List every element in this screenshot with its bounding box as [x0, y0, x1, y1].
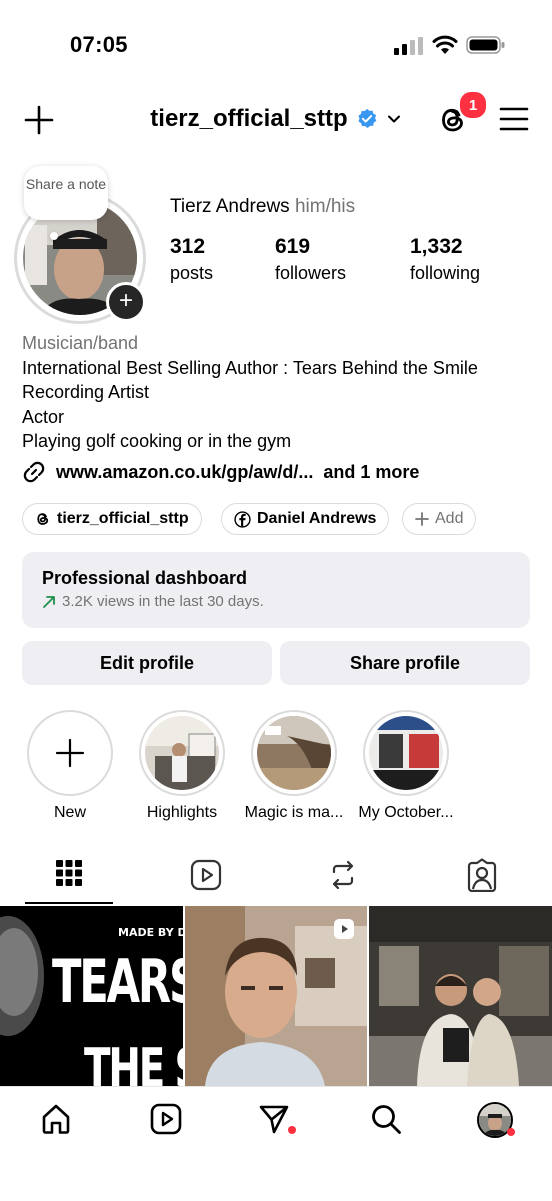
bio-line: Playing golf cooking or in the gym	[22, 431, 292, 451]
stat-following[interactable]: 1,332 following	[410, 235, 480, 284]
stat-followers-value: 619	[275, 235, 311, 258]
active-tab-indicator	[25, 902, 113, 904]
pronouns: him/his	[294, 196, 356, 217]
reels-icon[interactable]	[190, 859, 222, 891]
highlight-cover	[369, 716, 443, 790]
post-overlay-small: MADE BY DAVID TE	[118, 926, 183, 939]
search-icon[interactable]	[370, 1103, 402, 1135]
post-overlay-subtitle: THE SI	[84, 1037, 183, 1087]
dashboard-subtitle: 3.2K views in the last 30 days.	[62, 593, 264, 610]
highlight-label: Highlights	[146, 804, 218, 821]
add-chip-label: Add	[435, 510, 464, 527]
highlight-cover	[257, 716, 331, 790]
plus-icon	[415, 512, 429, 526]
battery-icon	[466, 36, 505, 54]
highlight-item[interactable]: Highlights	[126, 710, 238, 822]
highlight-label: My October...	[358, 804, 454, 821]
link-icon	[23, 461, 45, 483]
status-time: 07:05	[70, 32, 128, 57]
highlight-item[interactable]: My October...	[350, 710, 462, 822]
professional-dashboard[interactable]: Professional dashboard 3.2K views in the…	[22, 552, 530, 628]
highlight-label: New	[53, 804, 86, 821]
note-bubble-tail	[50, 232, 58, 240]
bio-line: Actor	[22, 406, 65, 427]
share-note-bubble[interactable]: Share a note	[24, 166, 108, 220]
profile-notification-dot	[507, 1128, 515, 1136]
threads-chip-label: tierz_official_sttp	[57, 510, 189, 527]
chevron-down-icon	[387, 115, 400, 123]
bio-link[interactable]: www.amazon.co.uk/gp/aw/d/... and 1 more	[22, 460, 419, 484]
facebook-chip-label: Daniel Andrews	[257, 510, 377, 527]
messages-notification-dot	[288, 1126, 296, 1134]
post-thumbnail[interactable]: MADE BY DAVID TE TEARS B THE SI	[0, 906, 183, 1086]
stat-followers-label: followers	[275, 263, 347, 283]
highlight-new[interactable]: New	[14, 710, 126, 822]
stat-following-value: 1,332	[410, 235, 463, 258]
reel-indicator-icon	[334, 919, 354, 939]
facebook-chip[interactable]: Daniel Andrews	[221, 503, 390, 535]
share-profile-button[interactable]: Share profile	[280, 641, 530, 685]
trend-up-icon	[43, 595, 55, 608]
highlight-cover	[145, 716, 219, 790]
new-highlight-circle	[27, 710, 113, 796]
bio: Musician/band International Best Selling…	[22, 331, 478, 454]
bio-line: International Best Selling Author : Tear…	[22, 357, 478, 378]
post-thumbnail[interactable]	[369, 906, 552, 1086]
tagged-icon[interactable]	[466, 858, 498, 892]
reels-nav-icon[interactable]	[150, 1103, 182, 1135]
direct-messages-icon[interactable]	[258, 1103, 290, 1135]
wifi-icon	[432, 35, 458, 54]
reposts-icon[interactable]	[328, 859, 358, 891]
username-title: tierz_official_sttp	[150, 105, 348, 132]
verified-badge-icon	[358, 108, 377, 128]
facebook-icon	[234, 510, 251, 528]
share-note-text: Share a note	[25, 176, 107, 192]
link-url: www.amazon.co.uk/gp/aw/d/...	[56, 461, 314, 482]
stat-followers[interactable]: 619 followers	[275, 235, 346, 284]
stat-posts-value: 312	[170, 235, 206, 258]
post-thumbnail[interactable]	[185, 906, 367, 1086]
add-link-chip[interactable]: Add	[402, 503, 477, 535]
threads-notification-badge: 1	[458, 90, 488, 120]
grid-icon[interactable]	[56, 860, 82, 886]
stat-posts[interactable]: 312 posts	[170, 235, 213, 284]
stat-following-label: following	[410, 263, 481, 283]
signal-icon	[394, 37, 423, 55]
full-name: Tierz Andrews	[170, 196, 290, 217]
home-icon[interactable]	[40, 1103, 72, 1135]
threads-icon	[37, 513, 49, 525]
post-overlay-title: TEARS B	[52, 947, 183, 1017]
edit-profile-button[interactable]: Edit profile	[22, 641, 272, 685]
bio-line: Recording Artist	[22, 382, 150, 402]
threads-chip[interactable]: tierz_official_sttp	[22, 503, 202, 535]
menu-icon[interactable]	[499, 106, 529, 132]
add-plus-icon: +	[118, 287, 133, 314]
plus-icon	[55, 738, 85, 768]
stat-posts-label: posts	[170, 263, 214, 283]
highlight-label: Magic is ma...	[244, 804, 344, 821]
category-label: Musician/band	[22, 333, 139, 353]
dashboard-title: Professional dashboard	[42, 568, 248, 588]
link-more: and 1 more	[323, 461, 420, 482]
highlight-item[interactable]: Magic is ma...	[238, 710, 350, 822]
profile-name-row: Tierz Andrews him/his	[170, 196, 355, 218]
add-story-button[interactable]: +	[106, 282, 146, 322]
